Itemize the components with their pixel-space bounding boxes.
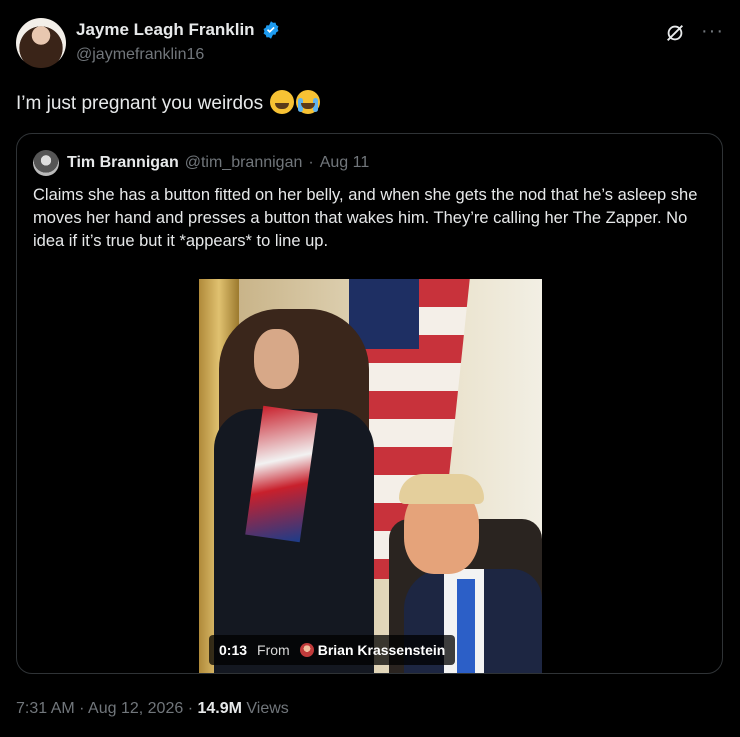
author-avatar[interactable] xyxy=(16,18,66,68)
tweet-date[interactable]: Aug 12, 2026 xyxy=(88,700,183,717)
author-handle[interactable]: @jaymefranklin16 xyxy=(76,46,204,64)
quoted-author-name: Tim Brannigan xyxy=(67,154,179,171)
quoted-video[interactable]: 0:13 From Brian Krassenstein xyxy=(199,279,542,673)
video-man-tie xyxy=(457,579,475,673)
tweet-time[interactable]: 7:31 AM xyxy=(16,700,75,717)
video-source-name[interactable]: Brian Krassenstein xyxy=(318,642,446,658)
quoted-tweet-date: Aug 11 xyxy=(319,154,370,171)
video-man-hair xyxy=(399,474,484,504)
tweet-text: I’m just pregnant you weirdos xyxy=(16,93,264,114)
face-with-tears-of-joy-icon xyxy=(270,90,295,114)
quoted-tweet-header: Tim Brannigan @tim_brannigan · Aug 11 xyxy=(33,150,369,176)
video-overlay: 0:13 From Brian Krassenstein xyxy=(209,635,456,665)
source-avatar xyxy=(299,643,314,657)
quoted-separator: · xyxy=(308,154,314,171)
tweet-footer: 7:31 AM · Aug 12, 2026 · 14.9M Views xyxy=(16,700,289,718)
tweet-body: I’m just pregnant you weirdos xyxy=(16,90,321,115)
video-from-label: From xyxy=(257,642,290,658)
quoted-author-avatar xyxy=(33,150,59,176)
video-woman-face xyxy=(254,329,299,389)
more-icon[interactable]: ··· xyxy=(701,20,724,43)
verified-badge-icon xyxy=(263,21,278,39)
views-label: Views xyxy=(246,700,289,717)
views-count: 14.9M xyxy=(197,700,242,717)
author-name-row: Jayme Leagh Franklin xyxy=(76,20,281,40)
footer-separator: · xyxy=(79,700,85,717)
quoted-tweet-text: Claims she has a button fitted on her be… xyxy=(33,186,698,250)
footer-separator: · xyxy=(187,700,194,717)
author-display-name[interactable]: Jayme Leagh Franklin xyxy=(76,20,255,40)
loudly-crying-face-icon xyxy=(296,90,321,114)
quoted-author-handle: @tim_brannigan xyxy=(184,154,303,171)
grok-icon[interactable] xyxy=(664,22,686,44)
quoted-tweet[interactable]: Tim Brannigan @tim_brannigan · Aug 11 Cl… xyxy=(16,133,723,674)
video-duration: 0:13 xyxy=(219,642,248,658)
tweet-header: Jayme Leagh Franklin @jaymefranklin16 ··… xyxy=(16,16,724,72)
